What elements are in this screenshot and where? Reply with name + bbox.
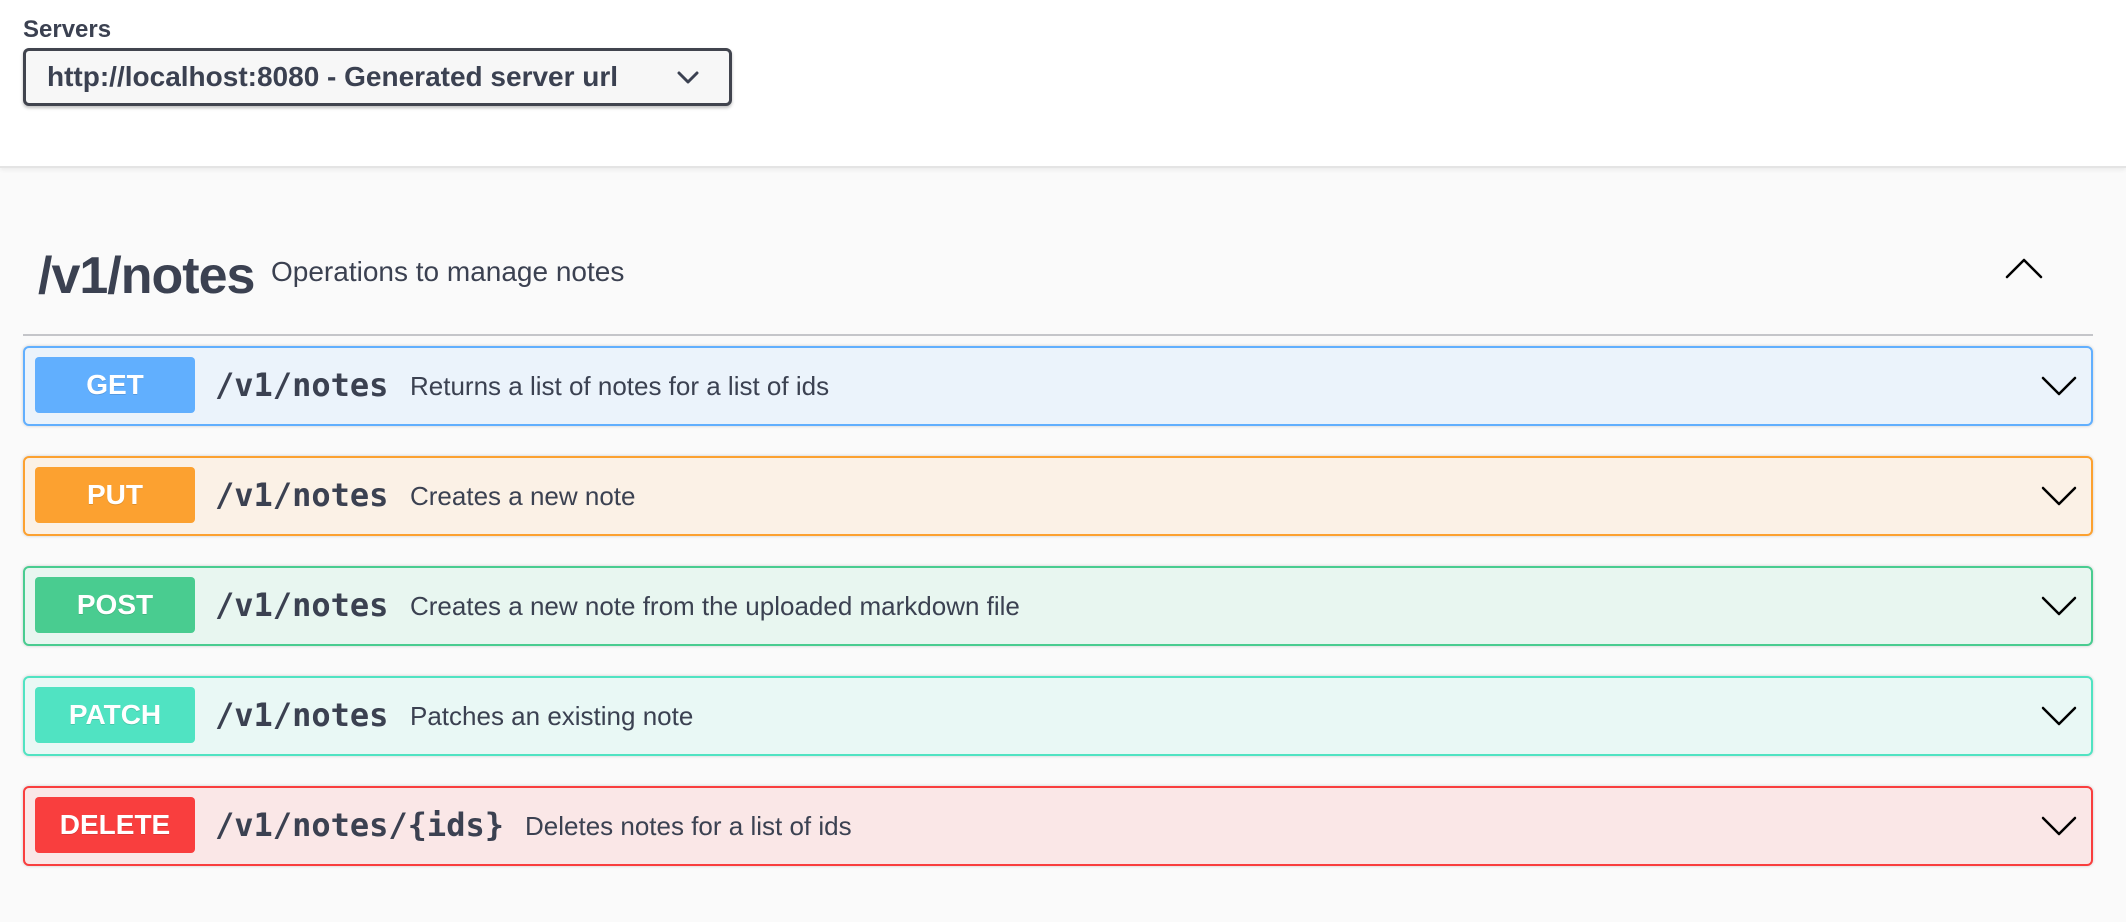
operation-path: /v1/notes/{ids}	[215, 806, 504, 844]
chevron-up-icon[interactable]	[2005, 256, 2043, 280]
operation-post-notes[interactable]: POST /v1/notes Creates a new note from t…	[23, 566, 2093, 646]
operation-summary: Creates a new note from the uploaded mar…	[410, 591, 1020, 621]
chevron-down-icon	[677, 71, 699, 84]
method-badge-patch: PATCH	[35, 687, 195, 743]
operation-path: /v1/notes	[215, 476, 389, 514]
operation-summary: Deletes notes for a list of ids	[525, 811, 852, 841]
chevron-down-icon[interactable]	[2041, 595, 2077, 617]
server-select[interactable]: http://localhost:8080 - Generated server…	[23, 48, 732, 106]
tag-header-notes[interactable]: /v1/notes Operations to manage notes	[23, 226, 2093, 336]
chevron-down-icon[interactable]	[2041, 815, 2077, 837]
operation-path: /v1/notes	[215, 696, 389, 734]
servers-label: Servers	[23, 16, 112, 43]
tag-name: /v1/notes	[38, 247, 255, 305]
servers-panel: Servers http://localhost:8080 - Generate…	[0, 0, 2126, 168]
server-select-value: http://localhost:8080 - Generated server…	[47, 61, 619, 92]
operation-path: /v1/notes	[215, 366, 389, 404]
operation-get-notes[interactable]: GET /v1/notes Returns a list of notes fo…	[23, 346, 2093, 426]
chevron-down-icon[interactable]	[2041, 705, 2077, 727]
operation-summary: Creates a new note	[410, 481, 636, 511]
operation-summary: Patches an existing note	[410, 701, 694, 731]
chevron-down-icon[interactable]	[2041, 375, 2077, 397]
operation-patch-notes[interactable]: PATCH /v1/notes Patches an existing note	[23, 676, 2093, 756]
operation-path: /v1/notes	[215, 586, 389, 624]
operation-summary: Returns a list of notes for a list of id…	[410, 371, 830, 401]
operation-delete-notes[interactable]: DELETE /v1/notes/{ids} Deletes notes for…	[23, 786, 2093, 866]
method-badge-put: PUT	[35, 467, 195, 523]
chevron-down-icon[interactable]	[2041, 485, 2077, 507]
method-badge-get: GET	[35, 357, 195, 413]
method-badge-post: POST	[35, 577, 195, 633]
operation-put-notes[interactable]: PUT /v1/notes Creates a new note	[23, 456, 2093, 536]
method-badge-delete: DELETE	[35, 797, 195, 853]
tag-description: Operations to manage notes	[271, 256, 625, 287]
